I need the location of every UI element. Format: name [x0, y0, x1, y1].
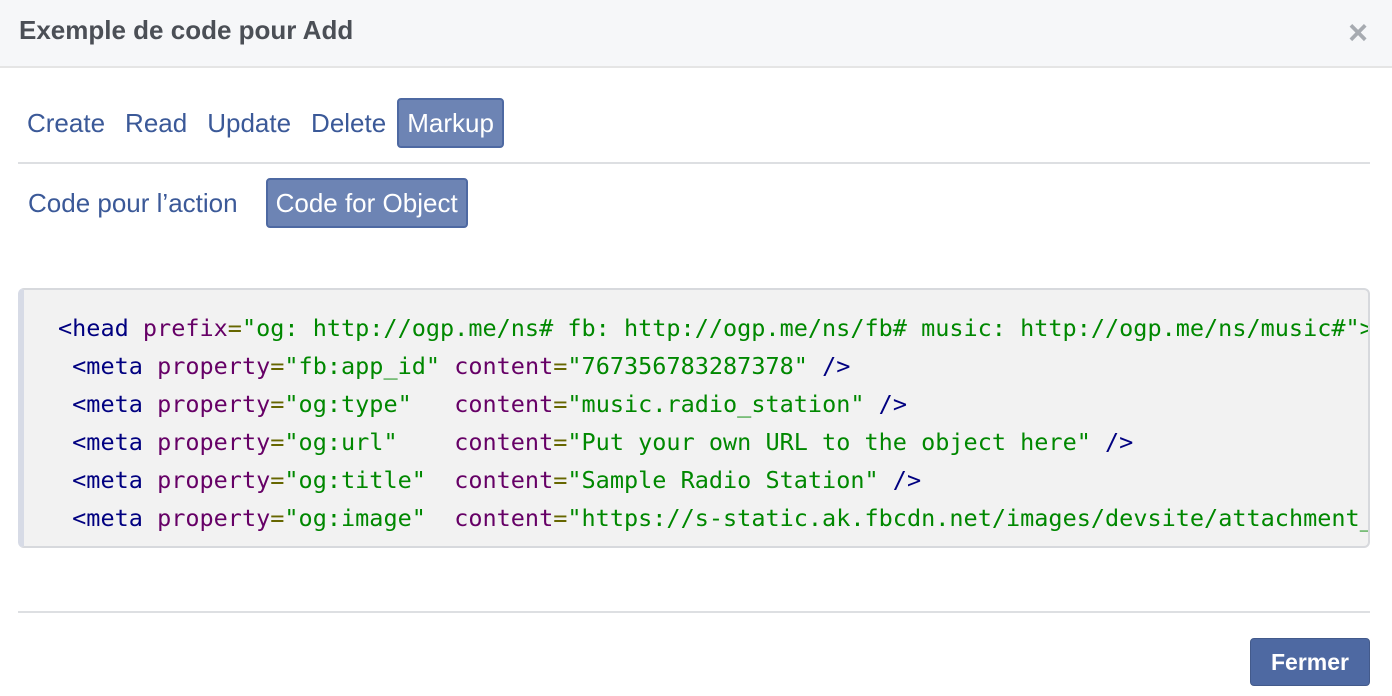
code-string: "og:image"	[284, 504, 426, 532]
code-attr: property	[157, 390, 271, 418]
code-line-4: <meta property="og:url" content="Put you…	[58, 428, 1133, 456]
code-attr: property	[157, 466, 271, 494]
code-attr: prefix	[142, 314, 228, 342]
code-close: />	[878, 466, 922, 494]
code-attr: property	[157, 352, 271, 380]
code-string: "767356783287378"	[567, 352, 808, 380]
code-close: />	[1090, 428, 1134, 456]
code-pad	[426, 466, 454, 494]
code-string: "og:title"	[284, 466, 426, 494]
code-string: "Put your own URL to the object here"	[567, 428, 1091, 456]
tab-bar: Create Read Update Delete Markup	[18, 98, 506, 148]
code-tag: <meta	[72, 352, 143, 380]
code-eq: =	[553, 504, 568, 532]
code-attr: content	[454, 466, 554, 494]
tab-update[interactable]: Update	[198, 98, 300, 148]
dialog-header: Exemple de code pour Add ×	[0, 0, 1392, 68]
code-eq: =	[270, 352, 285, 380]
code-pad	[440, 352, 454, 380]
subtab-action-code[interactable]: Code pour l’action	[18, 178, 248, 228]
code-eq: =	[227, 314, 242, 342]
code-string: "music.radio_station"	[567, 390, 865, 418]
code-string: "https://s-static.ak.fbcdn.net/images/de…	[567, 504, 1368, 532]
code-line-2: <meta property="fb:app_id" content="7673…	[58, 352, 850, 380]
code-string: "og: http://ogp.me/ns# fb: http://ogp.me…	[241, 314, 1370, 342]
code-line-3: <meta property="og:type" content="music.…	[58, 390, 907, 418]
code-eq: =	[553, 466, 568, 494]
code-close: />	[807, 352, 851, 380]
code-text: <head prefix="og: http://ogp.me/ns# fb: …	[24, 290, 1368, 537]
code-attr: property	[157, 428, 271, 456]
code-attr: content	[454, 352, 554, 380]
code-eq: =	[270, 390, 285, 418]
code-attr: content	[454, 428, 554, 456]
code-string: "og:type"	[284, 390, 412, 418]
dialog-title: Exemple de code pour Add	[19, 15, 354, 45]
code-eq: =	[270, 428, 285, 456]
code-line-1: <head prefix="og: http://ogp.me/ns# fb: …	[58, 314, 1370, 342]
code-pad	[398, 428, 455, 456]
close-icon[interactable]: ×	[1342, 14, 1374, 52]
code-eq: =	[270, 504, 285, 532]
code-tag: <meta	[72, 504, 143, 532]
subtab-bar: Code pour l’action Code for Object	[18, 178, 486, 228]
tab-divider	[18, 162, 1370, 164]
code-tag: <meta	[72, 428, 143, 456]
code-string: "og:url"	[284, 428, 398, 456]
tab-delete[interactable]: Delete	[302, 98, 395, 148]
code-eq: =	[553, 352, 568, 380]
tab-markup[interactable]: Markup	[397, 98, 504, 148]
code-tag: <meta	[72, 390, 143, 418]
code-line-5: <meta property="og:title" content="Sampl…	[58, 466, 921, 494]
code-attr: property	[157, 504, 271, 532]
code-line-6: <meta property="og:image" content="https…	[58, 504, 1368, 532]
code-block[interactable]: <head prefix="og: http://ogp.me/ns# fb: …	[18, 288, 1370, 548]
subtab-object-code[interactable]: Code for Object	[265, 178, 468, 228]
tab-create[interactable]: Create	[18, 98, 114, 148]
code-tag: <head	[58, 314, 129, 342]
code-eq: =	[270, 466, 285, 494]
code-close: />	[864, 390, 907, 418]
tab-read[interactable]: Read	[116, 98, 196, 148]
footer-divider	[18, 611, 1370, 613]
code-pad	[412, 390, 454, 418]
code-string: "fb:app_id"	[284, 352, 441, 380]
close-button[interactable]: Fermer	[1250, 638, 1370, 686]
code-eq: =	[553, 428, 568, 456]
code-pad	[426, 504, 454, 532]
code-eq: =	[553, 390, 568, 418]
code-string: "Sample Radio Station"	[567, 466, 879, 494]
code-attr: content	[454, 390, 554, 418]
code-attr: content	[454, 504, 554, 532]
code-tag: <meta	[72, 466, 143, 494]
